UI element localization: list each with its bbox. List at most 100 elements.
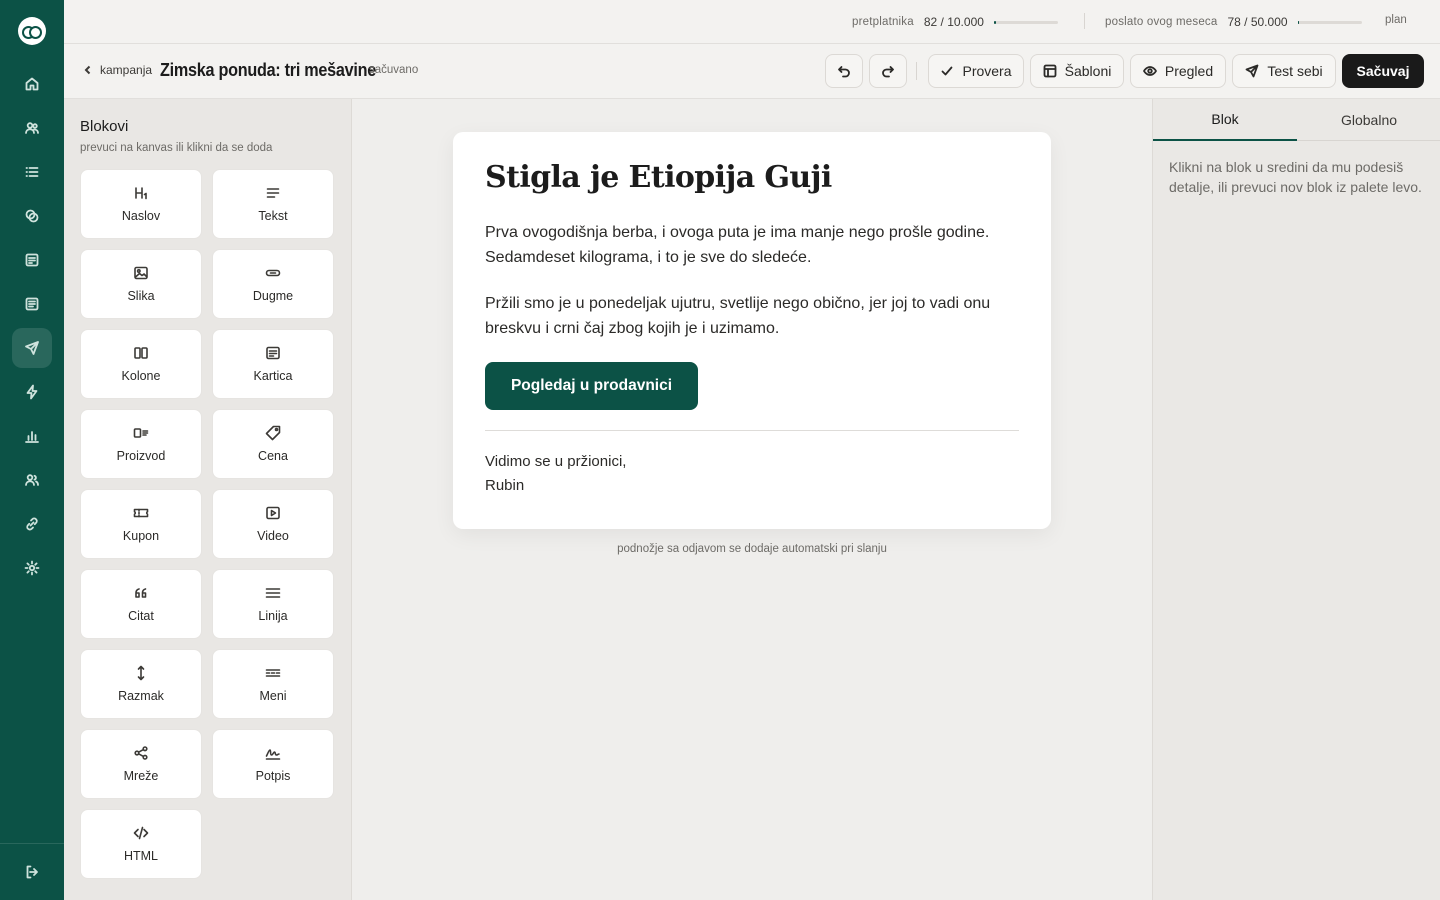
block-columns[interactable]: Kolone [80, 329, 202, 399]
email-signoff[interactable]: Vidimo se u pržionici, Rubin [485, 450, 626, 498]
usage-bar: pretplatnika 82 / 10.000 poslato ovog me… [64, 0, 1440, 44]
automation-icon[interactable] [12, 372, 52, 412]
usage-divider [1084, 13, 1085, 29]
heading-icon [135, 187, 147, 200]
palette-title: Blokovi [80, 118, 129, 135]
preview-label: Pregled [1164, 63, 1214, 79]
image-icon [134, 266, 148, 280]
save-button[interactable]: Sačuvaj [1342, 54, 1424, 88]
columns-icon [134, 347, 148, 359]
block-label: HTML [123, 849, 159, 863]
pages-icon[interactable] [12, 284, 52, 324]
inspector-hint: Klikni na blok u sredini da mu podesiš d… [1169, 159, 1422, 195]
integrations-icon[interactable] [12, 504, 52, 544]
block-label: Kupon [122, 529, 160, 543]
email-paragraph-2[interactable]: Pržili smo je u ponedeljak ujutru, svetl… [485, 291, 1025, 341]
email-cta-button[interactable]: Pogledaj u prodavnici [485, 362, 698, 410]
palette-hint: prevuci na kanvas ili klikni da se doda [80, 142, 273, 154]
block-label: Tekst [258, 209, 288, 223]
settings-icon[interactable] [12, 548, 52, 588]
undo-button[interactable] [825, 54, 863, 88]
block-label: Potpis [255, 769, 291, 783]
block-label: Razmak [118, 689, 164, 703]
tab-global[interactable]: Globalno [1297, 99, 1440, 141]
save-status: sačuvano [369, 64, 419, 76]
block-video[interactable]: Video [212, 489, 334, 559]
inspector-tabs: Blok Globalno [1153, 99, 1440, 141]
app-sidebar [0, 0, 64, 900]
block-label: Dugme [252, 289, 294, 303]
back-to-campaign-link[interactable]: kampanja [82, 63, 152, 77]
templates-label: Šabloni [1064, 63, 1112, 79]
block-divider[interactable]: Linija [212, 569, 334, 639]
test-send-button[interactable]: Test sebi [1232, 54, 1336, 88]
block-label: Kolone [121, 369, 161, 383]
block-social[interactable]: Mreže [80, 729, 202, 799]
product-icon [133, 428, 149, 438]
redo-button[interactable] [869, 54, 907, 88]
send-icon[interactable] [12, 328, 52, 368]
redo-icon [882, 66, 894, 78]
preview-button[interactable]: Pregled [1130, 54, 1226, 88]
email-preview[interactable]: Stigla je Etiopija Guji Prva ovogodišnja… [453, 132, 1051, 529]
block-signature[interactable]: Potpis [212, 729, 334, 799]
subscribers-value: 82 / 10.000 [923, 15, 984, 29]
sidebar-divider [0, 843, 64, 844]
block-heading[interactable]: Naslov [80, 169, 202, 239]
email-paragraph-1[interactable]: Prva ovogodišnja berba, i ovoga puta je … [485, 220, 1025, 270]
test-send-label: Test sebi [1267, 63, 1323, 79]
block-label: Cena [258, 449, 288, 463]
forms-icon[interactable] [12, 240, 52, 280]
block-card[interactable]: Kartica [212, 329, 334, 399]
block-coupon[interactable]: Kupon [80, 489, 202, 559]
signoff-name: Rubin [485, 477, 525, 494]
subscribers-meter: pretplatnika 82 / 10.000 [852, 14, 1058, 30]
send-icon [1245, 64, 1259, 78]
quote-icon [135, 588, 147, 598]
block-quote[interactable]: Citat [80, 569, 202, 639]
video-icon [266, 506, 280, 520]
block-product[interactable]: Proizvod [80, 409, 202, 479]
editor-header: kampanja Zimska ponuda: tri mešavine sač… [64, 44, 1440, 99]
block-image[interactable]: Slika [80, 249, 202, 319]
email-heading[interactable]: Stigla je Etiopija Guji [485, 160, 832, 195]
price-tag-icon [265, 425, 281, 441]
block-menu[interactable]: Meni [212, 649, 334, 719]
plan-link[interactable]: plan [1385, 14, 1407, 26]
check-icon [942, 66, 953, 76]
home-icon[interactable] [12, 64, 52, 104]
divider-icon [265, 588, 281, 598]
users-icon[interactable] [12, 108, 52, 148]
undo-icon [838, 66, 850, 78]
inspector-panel: Blok Globalno Klikni na blok u sredini d… [1152, 99, 1440, 900]
logout-icon[interactable] [12, 852, 52, 892]
check-button[interactable]: Provera [928, 54, 1024, 88]
block-label: Mreže [123, 769, 159, 783]
menu-icon [265, 669, 281, 677]
coupon-icon [133, 508, 149, 518]
share-icon [134, 746, 148, 760]
check-label: Provera [962, 63, 1012, 79]
block-label: Citat [128, 609, 154, 623]
templates-button[interactable]: Šabloni [1030, 54, 1124, 88]
back-label: kampanja [100, 63, 153, 77]
team-icon[interactable] [12, 460, 52, 500]
block-html[interactable]: HTML [80, 809, 202, 879]
tab-block[interactable]: Blok [1153, 99, 1297, 141]
sent-meter: poslato ovog meseca 78 / 50.000 [1105, 14, 1362, 30]
block-price[interactable]: Cena [212, 409, 334, 479]
list-icon[interactable] [12, 152, 52, 192]
owl-logo-icon[interactable] [18, 17, 46, 45]
block-label: Slika [127, 289, 155, 303]
block-spacer[interactable]: Razmak [80, 649, 202, 719]
campaign-title[interactable]: Zimska ponuda: tri mešavine [160, 60, 376, 81]
reports-icon[interactable] [12, 416, 52, 456]
footer-note: podnožje sa odjavom se dodaje automatski… [617, 543, 887, 555]
card-icon [266, 346, 280, 360]
email-divider[interactable] [485, 430, 1019, 431]
block-text[interactable]: Tekst [212, 169, 334, 239]
block-button[interactable]: Dugme [212, 249, 334, 319]
block-label: Linija [258, 609, 288, 623]
segments-icon[interactable] [12, 196, 52, 236]
chevron-left-icon [84, 65, 91, 75]
